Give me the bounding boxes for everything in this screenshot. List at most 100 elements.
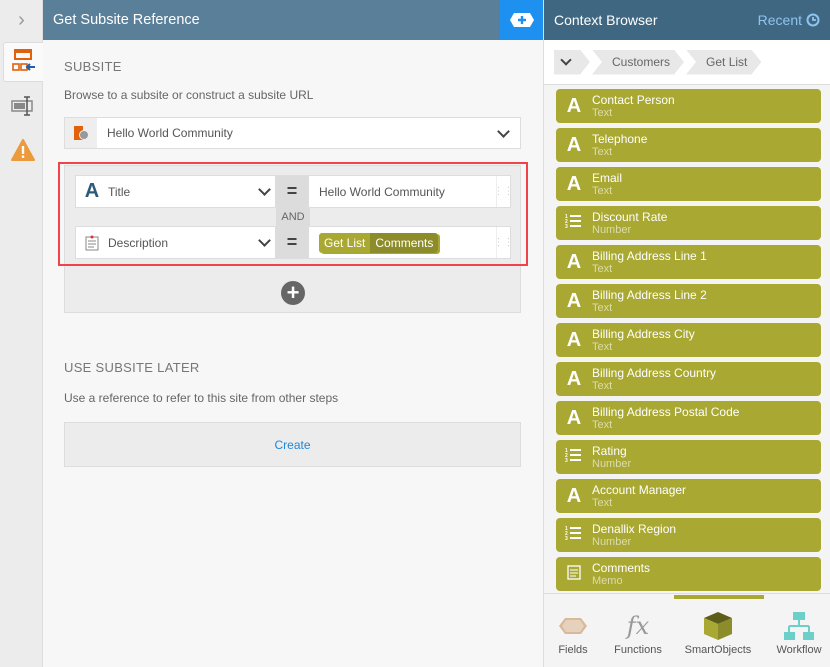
input-field-tab-icon[interactable] bbox=[3, 86, 43, 126]
field-item[interactable]: A Billing Address Line 2 Text bbox=[556, 284, 821, 318]
field-item[interactable]: 1 2 3 Denallix Region Number bbox=[556, 518, 821, 552]
field-item[interactable]: A Billing Address City Text bbox=[556, 323, 821, 357]
sharepoint-site-icon bbox=[65, 118, 97, 148]
field-name: Billing Address Country bbox=[592, 365, 717, 380]
reference-chip[interactable]: Get List Comments bbox=[319, 232, 439, 253]
text-icon: A bbox=[566, 328, 582, 351]
field-list: A Contact Person Text A Telephone Text A Email T… bbox=[556, 89, 821, 596]
field-name: Billing Address Line 2 bbox=[592, 287, 707, 302]
tab-label: Fields bbox=[558, 644, 588, 656]
text-icon: A bbox=[566, 406, 582, 429]
text-type-icon: A bbox=[84, 180, 100, 202]
create-button[interactable]: Create bbox=[64, 422, 521, 467]
field-select[interactable]: A Title bbox=[76, 176, 275, 207]
field-type: Text bbox=[592, 106, 613, 119]
field-type: Text bbox=[592, 301, 613, 314]
breadcrumb-get-list[interactable]: Get List bbox=[686, 50, 761, 75]
field-item[interactable]: 1 2 3 Rating Number bbox=[556, 440, 821, 474]
chip-field: Comments bbox=[370, 232, 439, 253]
field-name: Comments bbox=[592, 560, 651, 575]
field-label: Description bbox=[108, 235, 169, 250]
text-icon: A bbox=[566, 367, 582, 390]
warning-icon[interactable] bbox=[3, 130, 43, 170]
field-item[interactable]: A Billing Address Line 1 Text bbox=[556, 245, 821, 279]
fields-icon bbox=[538, 608, 608, 644]
expand-chevron-icon[interactable]: › bbox=[0, 0, 43, 40]
field-name: Telephone bbox=[592, 131, 648, 146]
reference-tab-icon[interactable] bbox=[3, 42, 43, 82]
field-item[interactable]: A Telephone Text bbox=[556, 128, 821, 162]
field-item[interactable]: A Email Text bbox=[556, 167, 821, 201]
svg-text:3: 3 bbox=[565, 536, 568, 541]
main-panel: Get Subsite Reference SUBSITE Browse to … bbox=[43, 0, 543, 667]
number-icon: 123 bbox=[556, 446, 592, 469]
equals-operator[interactable]: = bbox=[275, 227, 309, 258]
breadcrumb: Customers Get List bbox=[544, 40, 830, 85]
condition-row: A Title = Hello World Community ⋮⋮ bbox=[75, 175, 514, 208]
memo-type-icon bbox=[76, 235, 108, 251]
text-icon: A bbox=[566, 172, 582, 195]
memo-icon bbox=[556, 563, 592, 586]
field-item[interactable]: A Account Manager Text bbox=[556, 479, 821, 513]
field-name: Email bbox=[592, 170, 623, 185]
later-description: Use a reference to refer to this site fr… bbox=[64, 391, 339, 405]
field-item[interactable]: Comments Memo bbox=[556, 557, 821, 591]
field-type: Memo bbox=[592, 574, 623, 587]
breadcrumb-menu-button[interactable] bbox=[554, 50, 590, 75]
field-name: Discount Rate bbox=[592, 209, 668, 224]
field-name: Billing Address Postal Code bbox=[592, 404, 740, 419]
field-type: Text bbox=[592, 379, 613, 392]
field-select[interactable]: Description bbox=[76, 227, 275, 258]
field-type: Number bbox=[592, 223, 632, 236]
add-condition-button[interactable]: + bbox=[281, 281, 305, 305]
chevron-down-icon bbox=[258, 234, 271, 247]
drag-handle[interactable]: ⋮⋮ bbox=[494, 227, 514, 258]
text-icon: A bbox=[566, 250, 582, 273]
field-item[interactable]: A Billing Address Postal Code Text bbox=[556, 401, 821, 435]
subsite-heading: SUBSITE bbox=[64, 59, 122, 74]
tab-smartobjects[interactable]: SmartObjects bbox=[683, 608, 753, 656]
chip-source: Get List bbox=[319, 232, 371, 253]
clock-icon bbox=[806, 13, 820, 27]
smartobjects-icon bbox=[683, 608, 753, 644]
field-type: Number bbox=[592, 457, 632, 470]
tab-label: Functions bbox=[614, 644, 662, 656]
svg-text:3: 3 bbox=[565, 458, 568, 463]
functions-icon: fx bbox=[626, 612, 650, 640]
value-input[interactable]: Hello World Community bbox=[309, 176, 496, 207]
drag-handle[interactable]: ⋮⋮ bbox=[494, 176, 514, 207]
recent-button[interactable]: Recent bbox=[758, 12, 820, 28]
field-type: Text bbox=[592, 145, 613, 158]
and-label: AND bbox=[276, 208, 310, 226]
tab-functions[interactable]: fx Functions bbox=[603, 608, 673, 656]
field-name: Contact Person bbox=[592, 92, 675, 107]
text-icon: A bbox=[566, 133, 582, 156]
field-type: Text bbox=[592, 340, 613, 353]
condition-row: Description = Get List Comments ⋮⋮ bbox=[75, 226, 514, 259]
add-icon bbox=[509, 13, 534, 27]
field-name: Billing Address Line 1 bbox=[592, 248, 707, 263]
add-step-button[interactable] bbox=[500, 0, 543, 40]
field-type: Text bbox=[592, 184, 613, 197]
tab-workflow[interactable]: Workflow bbox=[764, 608, 830, 656]
text-icon: A bbox=[566, 289, 582, 312]
breadcrumb-customers[interactable]: Customers bbox=[592, 50, 684, 75]
field-item[interactable]: A Billing Address Country Text bbox=[556, 362, 821, 396]
value-input[interactable]: Get List Comments bbox=[309, 227, 496, 258]
subsite-description: Browse to a subsite or construct a subsi… bbox=[64, 88, 314, 102]
field-name: Account Manager bbox=[592, 482, 687, 497]
svg-text:3: 3 bbox=[565, 224, 568, 229]
tab-fields[interactable]: Fields bbox=[538, 608, 608, 656]
text-icon: A bbox=[566, 484, 582, 507]
field-item[interactable]: 1 2 3 Discount Rate Number bbox=[556, 206, 821, 240]
field-name: Denallix Region bbox=[592, 521, 677, 536]
chevron-down-icon bbox=[560, 54, 571, 65]
panel-title: Get Subsite Reference bbox=[53, 12, 200, 28]
field-name: Billing Address City bbox=[592, 326, 695, 341]
recent-label: Recent bbox=[757, 12, 802, 28]
subsite-dropdown[interactable]: Hello World Community bbox=[64, 117, 521, 149]
field-item[interactable]: A Contact Person Text bbox=[556, 89, 821, 123]
number-icon: 123 bbox=[556, 524, 592, 547]
equals-operator[interactable]: = bbox=[275, 176, 309, 207]
text-icon: A bbox=[566, 94, 582, 117]
